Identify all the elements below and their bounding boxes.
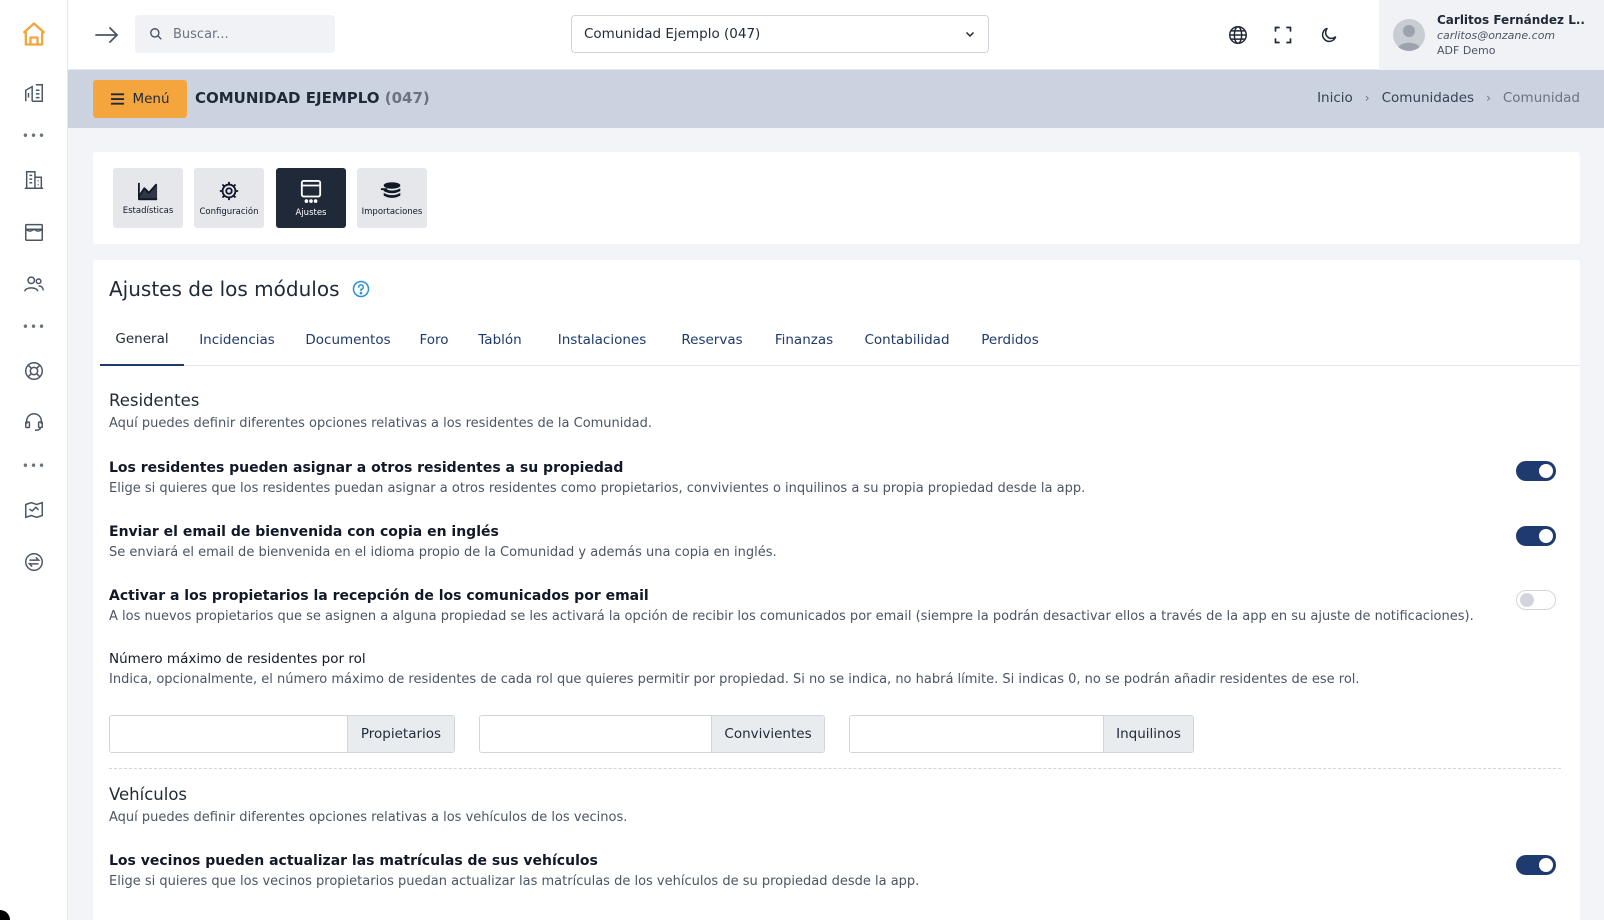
- tool-label: Estadísticas: [122, 205, 174, 216]
- sidebar: ••• ••• •••: [0, 0, 68, 920]
- toggle-comunicados-email[interactable]: [1516, 590, 1556, 610]
- inquilinos-addon: Inquilinos: [1103, 716, 1193, 752]
- search-icon: [149, 27, 163, 41]
- more-icon[interactable]: •••: [14, 320, 54, 334]
- headset-icon[interactable]: [14, 402, 54, 442]
- tool-configuracion[interactable]: Configuración: [194, 168, 264, 228]
- community-select[interactable]: Comunidad Ejemplo (047): [571, 15, 989, 53]
- tool-estadisticas[interactable]: Estadísticas: [113, 168, 183, 228]
- tab-tablon[interactable]: Tablón: [469, 314, 531, 366]
- section-residentes-desc: Aquí puedes definir diferentes opciones …: [109, 416, 652, 431]
- subheader: Menú COMUNIDAD EJEMPLO (047) Inicio › Co…: [68, 70, 1604, 128]
- avatar: [1393, 19, 1425, 51]
- chevron-right-icon: ›: [1486, 91, 1491, 105]
- breadcrumb: Inicio › Comunidades › Comunidad: [1317, 90, 1580, 106]
- help-icon[interactable]: [352, 280, 370, 298]
- tool-importaciones[interactable]: Importaciones: [357, 168, 427, 228]
- globe-icon[interactable]: [1223, 20, 1253, 50]
- buildings-icon[interactable]: [14, 160, 54, 200]
- convivientes-input[interactable]: [480, 716, 711, 752]
- chevron-down-icon: [964, 28, 976, 40]
- input-group-inquilinos: Inquilinos: [849, 715, 1194, 753]
- home-icon[interactable]: [14, 14, 54, 54]
- section-divider: [109, 768, 1561, 769]
- breadcrumb-inicio[interactable]: Inicio: [1317, 90, 1353, 106]
- search-box[interactable]: [135, 15, 335, 53]
- user-name: Carlitos Fernández L..: [1437, 12, 1585, 27]
- section-vehiculos-title: Vehículos: [109, 785, 188, 804]
- settings-card: Ajustes de los módulos General Incidenci…: [93, 260, 1580, 920]
- tab-documentos[interactable]: Documentos: [297, 314, 399, 366]
- tab-foro[interactable]: Foro: [414, 314, 454, 366]
- option-title: Los vecinos pueden actualizar las matríc…: [109, 853, 598, 869]
- user-org: ADF Demo: [1437, 44, 1496, 58]
- settings-title: Ajustes de los módulos: [109, 277, 370, 301]
- settings-tabs: General Incidencias Documentos Foro Tabl…: [100, 314, 1580, 366]
- search-input[interactable]: [173, 26, 323, 42]
- propietarios-addon: Propietarios: [347, 716, 454, 752]
- input-group-propietarios: Propietarios: [109, 715, 455, 753]
- user-menu[interactable]: Carlitos Fernández L.. carlitos@onzane.c…: [1379, 0, 1604, 70]
- option-title: Activar a los propietarios la recepción …: [109, 588, 649, 604]
- map-icon[interactable]: [14, 490, 54, 530]
- community-code: (047): [384, 89, 430, 107]
- toggle-matriculas[interactable]: [1516, 855, 1556, 875]
- fullscreen-icon[interactable]: [1268, 20, 1298, 50]
- tool-label: Importaciones: [361, 206, 423, 217]
- breadcrumb-comunidad: Comunidad: [1502, 90, 1580, 106]
- menu-button[interactable]: Menú: [93, 80, 187, 118]
- tab-finanzas[interactable]: Finanzas: [766, 314, 842, 366]
- section-residentes-title: Residentes: [109, 391, 200, 410]
- arrow-right-icon[interactable]: [92, 20, 122, 50]
- chevron-right-icon: ›: [1364, 91, 1370, 105]
- topbar: Comunidad Ejemplo (047) Carlitos Fernánd…: [68, 0, 1604, 70]
- user-email: carlitos@onzane.com: [1437, 29, 1556, 42]
- inquilinos-input[interactable]: [850, 716, 1103, 752]
- chart-icon: [137, 181, 159, 201]
- window-corner: [0, 910, 10, 920]
- propietarios-input[interactable]: [110, 716, 347, 752]
- section-vehiculos-desc: Aquí puedes definir diferentes opciones …: [109, 810, 628, 825]
- moon-icon[interactable]: [1314, 20, 1344, 50]
- tab-instalaciones[interactable]: Instalaciones: [546, 314, 658, 366]
- toggle-email-ingles[interactable]: [1516, 526, 1556, 546]
- tab-perdidos[interactable]: Perdidos: [972, 314, 1048, 366]
- community-select-value: Comunidad Ejemplo (047): [584, 26, 761, 42]
- input-group-convivientes: Convivientes: [479, 715, 825, 753]
- storefront-icon[interactable]: [14, 212, 54, 252]
- tab-incidencias[interactable]: Incidencias: [192, 314, 282, 366]
- database-import-icon: [380, 180, 404, 202]
- option-desc: Elige si quieres que los vecinos propiet…: [109, 874, 920, 889]
- tab-reservas[interactable]: Reservas: [673, 314, 751, 366]
- tab-general[interactable]: General: [100, 314, 184, 366]
- users-icon[interactable]: [14, 264, 54, 304]
- max-residents-title: Número máximo de residentes por rol: [109, 651, 366, 667]
- more-icon[interactable]: •••: [14, 129, 54, 143]
- breadcrumb-comunidades[interactable]: Comunidades: [1382, 90, 1474, 106]
- option-title: Enviar el email de bienvenida con copia …: [109, 524, 499, 540]
- option-desc: A los nuevos propietarios que se asignen…: [109, 609, 1474, 624]
- module-toolbar: Estadísticas Configuración Ajustes Impor…: [93, 152, 1580, 244]
- building-chart-icon[interactable]: [14, 73, 54, 113]
- toggle-asignar-residentes[interactable]: [1516, 461, 1556, 481]
- convivientes-addon: Convivientes: [711, 716, 824, 752]
- tool-label: Configuración: [199, 206, 259, 217]
- tab-contabilidad[interactable]: Contabilidad: [857, 314, 957, 366]
- window-settings-icon: [300, 179, 322, 203]
- max-residents-desc: Indica, opcionalmente, el número máximo …: [109, 672, 1360, 687]
- page-title: COMUNIDAD EJEMPLO (047): [195, 89, 430, 107]
- option-desc: Elige si quieres que los residentes pued…: [109, 481, 1086, 496]
- gear-icon: [218, 180, 240, 202]
- tool-ajustes[interactable]: Ajustes: [276, 168, 346, 228]
- menu-button-label: Menú: [132, 91, 170, 107]
- option-title: Los residentes pueden asignar a otros re…: [109, 460, 624, 476]
- option-desc: Se enviará el email de bienvenida en el …: [109, 545, 777, 560]
- lifebuoy-icon[interactable]: [14, 351, 54, 391]
- tool-label: Ajustes: [295, 207, 327, 218]
- more-icon[interactable]: •••: [14, 459, 54, 473]
- exchange-icon[interactable]: [14, 542, 54, 582]
- hamburger-icon: [110, 93, 125, 105]
